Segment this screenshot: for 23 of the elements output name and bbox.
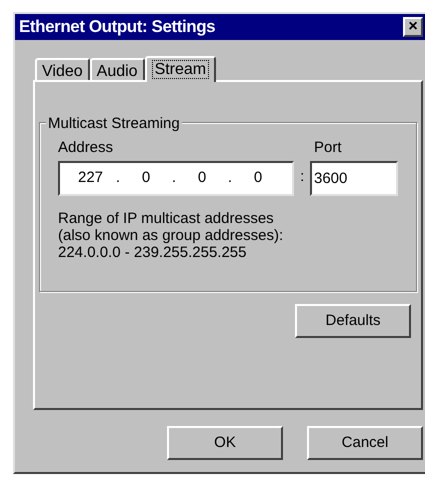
defaults-button[interactable]: Defaults bbox=[295, 304, 411, 338]
dot-separator: . bbox=[170, 168, 178, 188]
info-text: (also known as group addresses): bbox=[58, 227, 284, 244]
dot-separator: . bbox=[226, 168, 234, 188]
close-button[interactable]: × bbox=[403, 17, 423, 37]
colon-separator: : bbox=[300, 166, 304, 186]
info-text: Range of IP multicast addresses bbox=[58, 210, 275, 227]
address-label: Address bbox=[58, 138, 114, 157]
tab[interactable]: Stream bbox=[144, 56, 216, 82]
window-title: Ethernet Output: Settings bbox=[19, 16, 216, 38]
dialog-button[interactable]: Cancel bbox=[307, 426, 423, 460]
octet-value: 0 bbox=[140, 168, 152, 188]
ip-address-field[interactable]: 227 . 0 . 0 . 0 bbox=[58, 161, 294, 196]
octet-value: 0 bbox=[196, 168, 208, 188]
dot-separator: . bbox=[114, 168, 122, 188]
tab[interactable]: Video bbox=[35, 58, 90, 80]
octet-value: 227 bbox=[78, 168, 102, 188]
dialog-button[interactable]: OK bbox=[167, 426, 283, 460]
info-text: 224.0.0.0 - 239.255.255.255 bbox=[58, 244, 248, 261]
tab[interactable]: Audio bbox=[90, 58, 145, 80]
octet-value: 0 bbox=[252, 168, 264, 188]
port-label: Port bbox=[313, 138, 343, 157]
port-field[interactable]: 3600 bbox=[310, 161, 398, 196]
